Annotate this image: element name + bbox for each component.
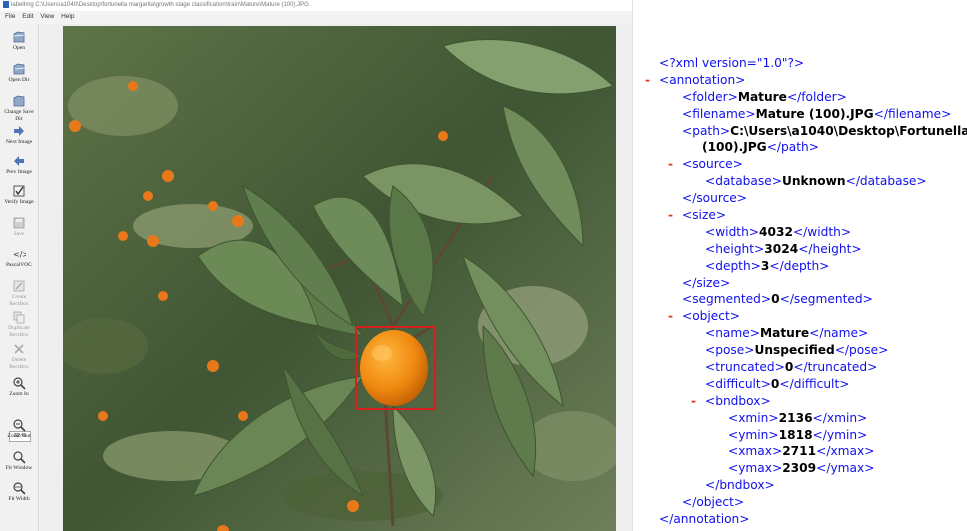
zoom-in-icon: [12, 376, 26, 390]
xml-bndbox-open: - <bndbox>: [691, 393, 771, 410]
duplicate-rectbox-label: Duplicate RectBox: [8, 325, 30, 338]
xml-folder: <folder>Mature</folder>: [682, 89, 847, 104]
floppy-icon: [12, 216, 26, 230]
window-title: labelImg C:\Users\a1040\Desktop\fortunel…: [11, 2, 309, 8]
fit-width-icon: [12, 481, 26, 495]
code-icon: </>: [12, 247, 29, 261]
change-save-dir-label: Change Save Dir: [4, 109, 34, 122]
open-button[interactable]: Open: [0, 30, 38, 52]
xml-source-open: - <source>: [668, 156, 743, 173]
collapse-toggle[interactable]: -: [645, 72, 650, 89]
fit-window-icon: [12, 450, 26, 464]
zoom-in-label: Zoom In: [9, 391, 29, 397]
xml-path: <path>C:\Users\a1040\Desktop\Fortunella: [682, 123, 967, 138]
fit-width-label: Fit Width: [8, 496, 30, 502]
collapse-toggle[interactable]: -: [668, 308, 673, 325]
app-icon: [3, 0, 9, 8]
collapse-toggle[interactable]: -: [668, 156, 673, 173]
prev-image-button[interactable]: Prev Image: [0, 154, 38, 176]
zoom-in-button[interactable]: Zoom In: [0, 376, 38, 398]
xml-ymax: <ymax>2309</ymax>: [728, 461, 875, 476]
verify-image-button[interactable]: Verify Image: [0, 184, 38, 206]
open-dir-label: Open Dir: [8, 77, 30, 83]
xml-source-close: </source>: [682, 191, 748, 206]
xml-annotation-close: </annotation>: [659, 512, 750, 527]
format-button[interactable]: </> PascalVOC: [0, 247, 38, 269]
delete-rectbox-button[interactable]: Delete RectBox: [0, 342, 38, 370]
xml-pose: <pose>Unspecified</pose>: [705, 343, 889, 358]
xml-xmax: <xmax>2711</xmax>: [728, 444, 875, 459]
copy-icon: [12, 310, 26, 324]
arrow-right-icon: [12, 124, 26, 138]
save-button[interactable]: Save: [0, 216, 38, 238]
xml-annotation-open: - <annotation>: [645, 72, 746, 89]
xml-xmin: <xmin>2136</xmin>: [728, 410, 868, 425]
title-bar: labelImg C:\Users\a1040\Desktop\fortunel…: [0, 0, 632, 11]
xml-viewer: <?xml version="1.0"?> - <annotation> <fol…: [644, 55, 967, 528]
draw-box-icon: [12, 279, 26, 293]
labelimg-window: labelImg C:\Users\a1040\Desktop\fortunel…: [0, 0, 633, 531]
xml-size-open: - <size>: [668, 207, 727, 224]
xml-bndbox-close: </bndbox>: [705, 478, 775, 493]
zoom-out-icon: [12, 418, 26, 432]
xml-depth: <depth>3</depth>: [705, 258, 830, 273]
next-image-label: Next Image: [5, 139, 33, 145]
fit-window-button[interactable]: Fit Window: [0, 450, 38, 472]
fit-window-label: Fit Window: [5, 465, 33, 471]
folder-save-icon: [12, 94, 26, 108]
xml-object-close: </object>: [682, 495, 745, 510]
delete-rectbox-label: Delete RectBox: [9, 357, 29, 370]
zoom-out-button[interactable]: Zoom Out: [0, 418, 38, 440]
change-save-dir-button[interactable]: Change Save Dir: [0, 94, 38, 122]
xml-segmented: <segmented>0</segmented>: [682, 292, 873, 307]
toolbar: Open Open Dir Change Save Dir Next Image…: [0, 24, 39, 531]
menu-bar: File Edit View Help: [0, 12, 632, 22]
open-label: Open: [12, 45, 26, 51]
next-image-button[interactable]: Next Image: [0, 124, 38, 146]
collapse-toggle[interactable]: -: [668, 207, 673, 224]
image-canvas[interactable]: [40, 24, 632, 531]
format-label: PascalVOC: [5, 262, 33, 268]
fit-width-button[interactable]: Fit Width: [0, 481, 38, 503]
delete-icon: [12, 342, 26, 356]
xml-size-close: </size>: [682, 275, 731, 290]
verify-image-label: Verify Image: [4, 199, 34, 205]
xml-width: <width>4032</width>: [705, 224, 852, 239]
xml-height: <height>3024</height>: [705, 241, 862, 256]
create-rectbox-button[interactable]: Create RectBox: [0, 279, 38, 307]
menu-edit[interactable]: Edit: [22, 13, 33, 20]
checkbox-icon: [12, 184, 26, 198]
xml-ymin: <ymin>1818</ymin>: [728, 427, 868, 442]
xml-declaration: <?xml version="1.0"?>: [659, 56, 805, 70]
kumquat-photo: [63, 26, 616, 531]
open-dir-button[interactable]: Open Dir: [0, 62, 38, 84]
svg-text:</>: </>: [13, 250, 26, 259]
folder-open-icon: [12, 62, 26, 76]
collapse-toggle[interactable]: -: [691, 393, 696, 410]
save-label: Save: [13, 231, 25, 237]
xml-name: <name>Mature</name>: [705, 326, 869, 341]
xml-filename: <filename>Mature (100).JPG</filename>: [682, 106, 952, 121]
xml-truncated: <truncated>0</truncated>: [705, 360, 878, 375]
xml-path-continued: (100).JPG</path>: [702, 140, 819, 155]
menu-help[interactable]: Help: [61, 13, 74, 20]
prev-image-label: Prev Image: [6, 169, 32, 175]
xml-database: <database>Unknown</database>: [705, 174, 927, 189]
duplicate-rectbox-button[interactable]: Duplicate RectBox: [0, 310, 38, 338]
create-rectbox-label: Create RectBox: [9, 294, 29, 307]
folder-icon: [12, 30, 26, 44]
menu-view[interactable]: View: [40, 13, 54, 20]
zoom-out-label: Zoom Out: [7, 433, 31, 439]
arrow-left-icon: [12, 154, 26, 168]
xml-object-open: - <object>: [668, 308, 740, 325]
menu-file[interactable]: File: [5, 13, 15, 20]
xml-difficult: <difficult>0</difficult>: [705, 376, 850, 391]
